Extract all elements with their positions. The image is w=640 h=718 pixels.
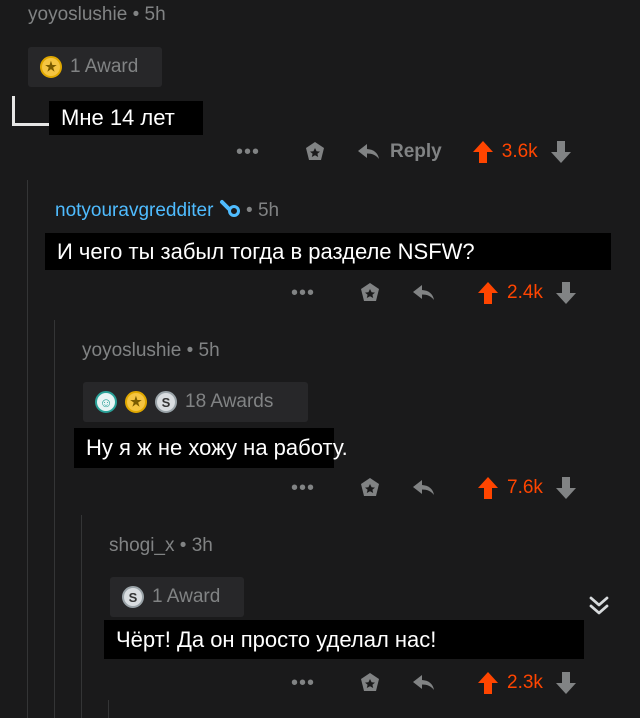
upvote-icon[interactable]: [468, 137, 498, 167]
thread-line-level-3[interactable]: [81, 515, 82, 718]
comment-2-actions: ••• 2.4k: [291, 278, 581, 308]
comment-1-actions: ••• Reply 3.6k: [236, 137, 576, 167]
gold-award-icon: ★: [125, 391, 147, 413]
upvote-icon[interactable]: [473, 668, 503, 698]
comment-3-username[interactable]: yoyoslushie: [82, 340, 181, 361]
more-options-button[interactable]: •••: [291, 282, 331, 305]
meta-separator: •: [179, 535, 187, 556]
comment-2-username[interactable]: notyouravgredditer: [55, 200, 213, 221]
comment-4-meta: shogi_x • 3h: [109, 535, 213, 557]
comment-3-awards[interactable]: ☺ ★ S 18 Awards: [83, 382, 308, 422]
upvote-icon[interactable]: [473, 278, 503, 308]
wholesome-award-icon: ☺: [95, 391, 117, 413]
thread-line-level-1[interactable]: [27, 180, 28, 718]
comment-4-text: Чёрт! Да он просто уделал нас!: [104, 620, 584, 659]
image-crop-corner: [12, 96, 52, 126]
comment-1-awards[interactable]: ★ 1 Award: [28, 47, 162, 87]
gold-award-icon: ★: [40, 56, 62, 78]
award-icon[interactable]: [300, 137, 330, 167]
silver-award-icon: S: [122, 586, 144, 608]
collapse-thread-button[interactable]: [582, 589, 616, 623]
comment-3-votes: 7.6k: [507, 477, 543, 498]
comment-2-votes: 2.4k: [507, 282, 543, 303]
comment-4-awards[interactable]: S 1 Award: [110, 577, 244, 617]
comment-3-text: Ну я ж не хожу на работу.: [74, 428, 348, 468]
award-icon[interactable]: [355, 668, 385, 698]
comment-4-votes: 2.3k: [507, 672, 543, 693]
thread-line-level-2[interactable]: [54, 320, 55, 718]
comment-4-awards-label: 1 Award: [152, 586, 221, 607]
meta-separator: •: [186, 340, 194, 361]
comment-4-time: 3h: [191, 535, 213, 556]
reply-icon[interactable]: [409, 278, 439, 308]
comment-3-awards-label: 18 Awards: [185, 391, 274, 412]
upvote-icon[interactable]: [473, 473, 503, 503]
thread-line-level-4[interactable]: [108, 700, 109, 718]
comment-1-text: Мне 14 лет: [49, 101, 203, 135]
more-options-button[interactable]: •••: [236, 141, 276, 164]
reply-button[interactable]: Reply: [390, 141, 442, 163]
reply-icon[interactable]: [409, 668, 439, 698]
comment-2-time: 5h: [257, 200, 280, 222]
chevron-double-down-icon: [589, 596, 609, 615]
comment-2-meta: notyouravgredditer • 5h: [55, 199, 279, 223]
comment-1-username[interactable]: yoyoslushie: [28, 4, 127, 25]
more-options-button[interactable]: •••: [291, 672, 331, 695]
meta-separator: •: [132, 4, 140, 25]
downvote-icon[interactable]: [551, 473, 581, 503]
award-icon[interactable]: [355, 278, 385, 308]
comment-3-actions: ••• 7.6k: [291, 473, 581, 503]
comment-3-meta: yoyoslushie • 5h: [82, 340, 220, 362]
downvote-icon[interactable]: [551, 278, 581, 308]
reply-icon[interactable]: [409, 473, 439, 503]
comment-1-meta: yoyoslushie • 5h: [28, 4, 166, 26]
meta-separator: •: [246, 200, 253, 222]
downvote-icon[interactable]: [546, 137, 576, 167]
silver-award-icon: S: [155, 391, 177, 413]
comment-1-time: 5h: [144, 4, 166, 25]
award-icon[interactable]: [355, 473, 385, 503]
more-options-button[interactable]: •••: [291, 477, 331, 500]
comment-3-time: 5h: [198, 340, 220, 361]
comment-4-actions: ••• 2.3k: [291, 668, 581, 698]
reply-icon[interactable]: [354, 137, 384, 167]
moderator-wrench-icon: [219, 199, 241, 223]
comment-2-text: И чего ты забыл тогда в разделе NSFW?: [45, 233, 611, 270]
downvote-icon[interactable]: [551, 668, 581, 698]
comment-1-votes: 3.6k: [501, 141, 538, 162]
comment-1-awards-label: 1 Award: [70, 56, 139, 77]
comment-4-username[interactable]: shogi_x: [109, 535, 175, 556]
